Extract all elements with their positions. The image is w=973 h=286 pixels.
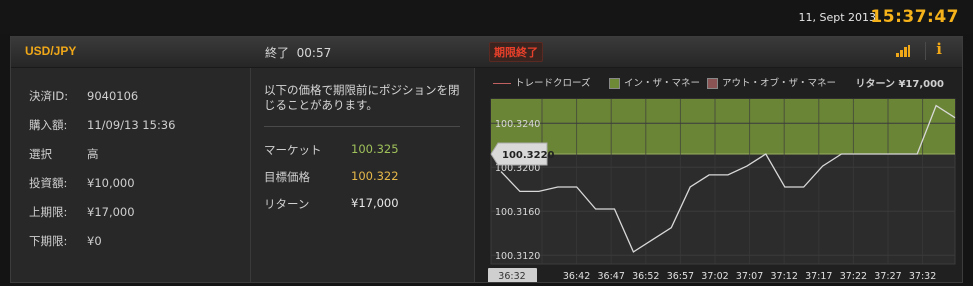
return-value: ¥17,000 [351,196,399,210]
detail-row: 購入額: 11/09/13 15:36 [29,117,175,133]
price-summary: 以下の価格で期限前にポジションを閉じることがあります。 マーケット 100.32… [251,68,475,282]
trade-details: 決済ID: 9040106 購入額: 11/09/13 15:36 選択 高 投資額:… [11,68,251,282]
target-price-label: 100.3220 [502,150,555,161]
detail-label: 下期限: [29,234,68,248]
x-tick-label: 37:17 [805,271,832,282]
x-tick-label: 37:12 [771,271,798,282]
expired-badge: 期限終了 [489,42,543,62]
top-bar: 11, Sept 2013 15:37:47 [0,0,973,34]
x-tick-label: 37:02 [701,271,728,282]
trade-panel: USD/JPY 終了 00:57 期限終了 i 決済ID: 9040106 購入額… [10,36,963,283]
x-tick-label: 36:57 [667,271,694,282]
header-divider [925,42,926,60]
detail-value: ¥0 [87,234,102,248]
currency-pair: USD/JPY [25,44,77,58]
detail-row: 投資額: ¥10,000 [29,175,135,191]
x-tick-label: 37:22 [840,271,867,282]
target-value: 100.322 [351,169,399,183]
detail-value: 9040106 [87,89,139,103]
current-time: 15:37:47 [870,7,959,27]
y-tick-label: 100.3120 [495,251,540,262]
y-tick-label: 100.3160 [495,207,540,218]
x-tick-label: 36:52 [632,271,659,282]
detail-row: 選択 高 [29,146,99,162]
detail-row: 決済ID: 9040106 [29,88,138,104]
detail-value: ¥10,000 [87,176,135,190]
detail-label: 選択 [29,147,52,161]
end-time: 00:57 [296,46,332,60]
detail-value: ¥17,000 [87,205,135,219]
market-value: 100.325 [351,142,399,156]
detail-row: 下期限: ¥0 [29,233,102,249]
target-price-callout: 100.3220 [490,142,555,166]
detail-label: 決済ID: [29,89,69,103]
detail-value: 高 [87,147,99,161]
detail-label: 投資額: [29,176,68,190]
return-label: リターン [264,197,310,211]
y-tick-label: 100.3240 [495,119,540,130]
info-icon[interactable]: i [936,40,942,58]
market-label: マーケット [264,143,322,157]
current-date: 11, Sept 2013 [798,11,876,24]
x-tick-label: 37:07 [736,271,763,282]
x-tick-label: 37:27 [874,271,901,282]
x-tick-label: 36:47 [598,271,625,282]
in-the-money-zone [491,99,955,154]
price-line-chart: 100.3240100.3200100.3160100.3120100.3220… [488,98,956,282]
close-note: 以下の価格で期限前にポジションを閉じることがあります。 [264,83,460,112]
divider [264,126,460,127]
end-countdown: 終了 00:57 [265,44,331,61]
target-label: 目標価格 [264,170,310,184]
detail-value: 11/09/13 15:36 [87,118,176,132]
signal-icon[interactable] [896,45,910,57]
detail-row: 上期限: ¥17,000 [29,204,135,220]
price-chart: トレードクローズ イン・ザ・マネー アウト・オブ・ザ・マネー リターン ¥17,… [475,68,962,282]
end-label: 終了 [265,46,290,60]
detail-label: 購入額: [29,118,68,132]
x-tick-label: 36:42 [563,271,590,282]
x-tick-label: 37:32 [909,271,936,282]
x-tick-label: 36:32 [498,271,525,282]
panel-header: USD/JPY 終了 00:57 期限終了 i [11,37,962,68]
detail-label: 上期限: [29,205,68,219]
